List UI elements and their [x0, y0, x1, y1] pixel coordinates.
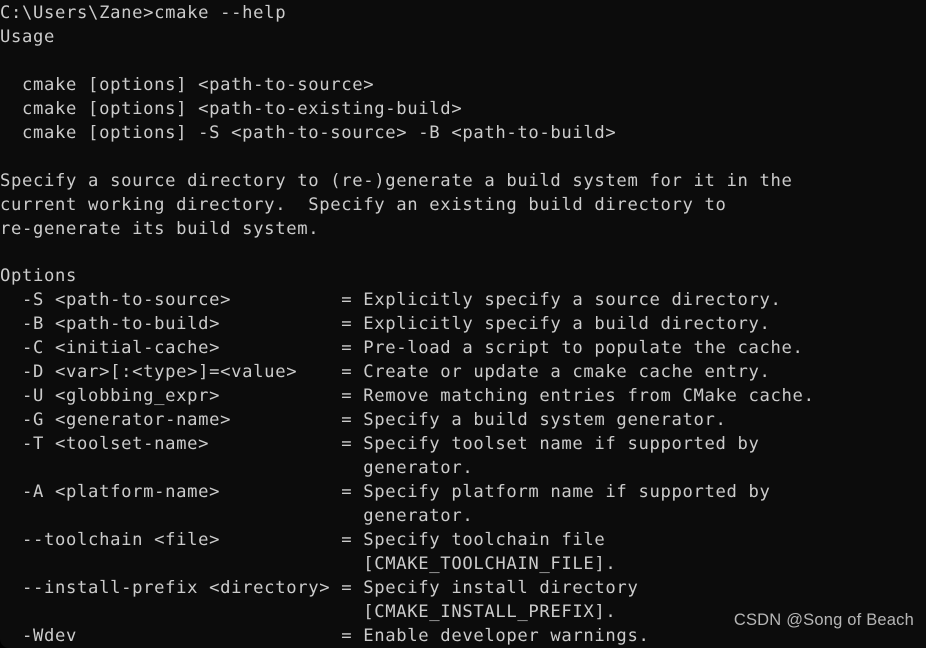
terminal-window[interactable]: C:\Users\Zane>cmake --help Usage cmake [… [0, 0, 926, 648]
console-output[interactable]: C:\Users\Zane>cmake --help Usage cmake [… [0, 2, 815, 648]
